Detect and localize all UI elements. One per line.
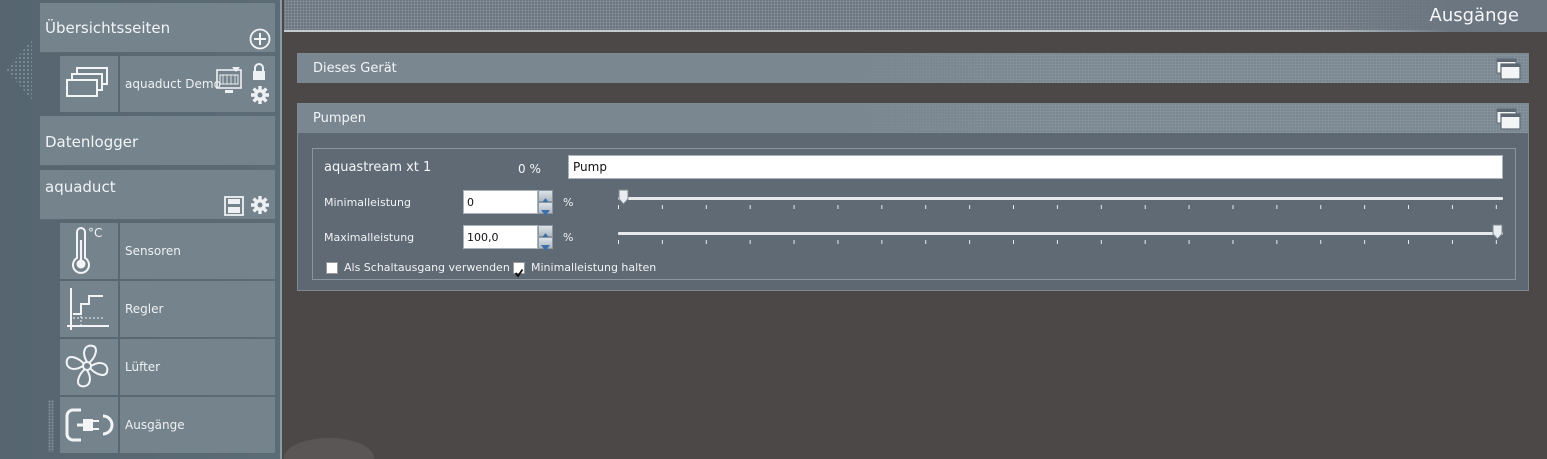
- controller-icon: [67, 288, 109, 330]
- pump-card: aquastream xt 1 0 % Minimalleistung %: [312, 148, 1516, 280]
- sidebar-panel-device[interactable]: aquaduct: [40, 170, 275, 220]
- max-power-unit: %: [563, 231, 574, 244]
- sidebar-collapse-handle[interactable]: [6, 40, 32, 100]
- checkmark-icon: [514, 268, 524, 278]
- gear-icon[interactable]: [250, 85, 270, 105]
- sidebar-item-label: Lüfter: [120, 339, 275, 395]
- tile-icon-box: [60, 281, 118, 337]
- sidebar-panel-datalogger[interactable]: Datenlogger: [40, 116, 275, 166]
- section-this-device: Dieses Gerät: [297, 53, 1529, 83]
- section-header[interactable]: Pumpen: [298, 104, 1528, 133]
- sidebar-item-label: Regler: [120, 281, 275, 337]
- spin-down-button[interactable]: [538, 202, 553, 216]
- pump-name: aquastream xt 1: [324, 160, 432, 175]
- keyboard-monitor-icon[interactable]: [215, 66, 245, 98]
- min-power-spinner: [538, 190, 553, 216]
- sidebar-item-sensors[interactable]: °C Sensoren: [60, 223, 275, 279]
- background-decoration: [284, 438, 374, 459]
- max-power-slider-thumb[interactable]: [1492, 224, 1503, 240]
- sidebar-item-label: Ausgänge: [120, 397, 275, 453]
- pump-name-input[interactable]: [568, 155, 1503, 179]
- lock-icon[interactable]: [251, 62, 267, 82]
- section-title: Dieses Gerät: [313, 61, 397, 76]
- spin-down-button[interactable]: [538, 237, 553, 251]
- switch-output-checkbox[interactable]: [326, 262, 338, 274]
- sidebar-item-label: Sensoren: [120, 223, 275, 279]
- window-icon[interactable]: [1496, 107, 1522, 131]
- min-power-label: Minimalleistung: [324, 196, 411, 209]
- sidebar: Übersichtsseiten aquaduct Demo Datenlogg…: [0, 0, 282, 459]
- pump-power-percent: 0 %: [518, 162, 541, 176]
- tile-icon-box: [60, 56, 118, 112]
- main-content: Ausgänge Dieses Gerät Pumpen aquastream …: [284, 0, 1547, 459]
- header-bar: Ausgänge: [284, 0, 1547, 32]
- add-icon[interactable]: [249, 28, 271, 50]
- tile-icon-box: [60, 397, 118, 453]
- max-power-spinner: [538, 225, 553, 251]
- sidebar-item-fans[interactable]: Lüfter: [60, 339, 275, 395]
- page-title: Ausgänge: [1429, 5, 1519, 26]
- section-title: Pumpen: [313, 111, 367, 126]
- active-item-indicator: [48, 400, 54, 452]
- temperature-unit: °C: [88, 226, 103, 240]
- save-icon[interactable]: [224, 196, 244, 216]
- spin-up-button[interactable]: [538, 225, 553, 239]
- sidebar-item-aquaduct-demo[interactable]: aquaduct Demo: [60, 56, 275, 112]
- hold-min-checkbox[interactable]: [513, 262, 525, 278]
- min-power-slider[interactable]: [618, 189, 1503, 209]
- section-header[interactable]: Dieses Gerät: [298, 54, 1528, 83]
- min-power-input[interactable]: [463, 190, 538, 214]
- sidebar-panel-title: Datenlogger: [45, 133, 139, 151]
- max-power-slider[interactable]: [618, 224, 1503, 244]
- sidebar-item-outputs[interactable]: Ausgänge: [60, 397, 275, 453]
- plug-icon: [65, 408, 114, 442]
- gear-icon[interactable]: [250, 195, 270, 215]
- sidebar-item-controllers[interactable]: Regler: [60, 281, 275, 337]
- window-icon[interactable]: [1496, 57, 1522, 81]
- switch-output-label: Als Schaltausgang verwenden: [344, 261, 510, 274]
- max-power-label: Maximalleistung: [324, 231, 415, 244]
- fan-icon: [65, 344, 109, 388]
- min-power-slider-thumb[interactable]: [618, 189, 629, 205]
- hold-min-label: Minimalleistung halten: [531, 261, 657, 274]
- sidebar-panel-title: aquaduct: [45, 178, 116, 196]
- tile-icon-box: [60, 339, 118, 395]
- spin-up-button[interactable]: [538, 190, 553, 204]
- arrow-down-icon: [541, 245, 550, 251]
- tile-icon-box: °C: [60, 223, 118, 279]
- sidebar-panel-overview[interactable]: Übersichtsseiten: [40, 3, 275, 53]
- section-pumps: Pumpen aquastream xt 1 0 % Minimalleistu…: [297, 103, 1529, 291]
- min-power-unit: %: [563, 196, 574, 209]
- sidebar-panel-title: Übersichtsseiten: [45, 19, 171, 37]
- arrow-down-icon: [541, 210, 550, 216]
- max-power-input[interactable]: [463, 225, 538, 249]
- pages-icon: [66, 67, 108, 97]
